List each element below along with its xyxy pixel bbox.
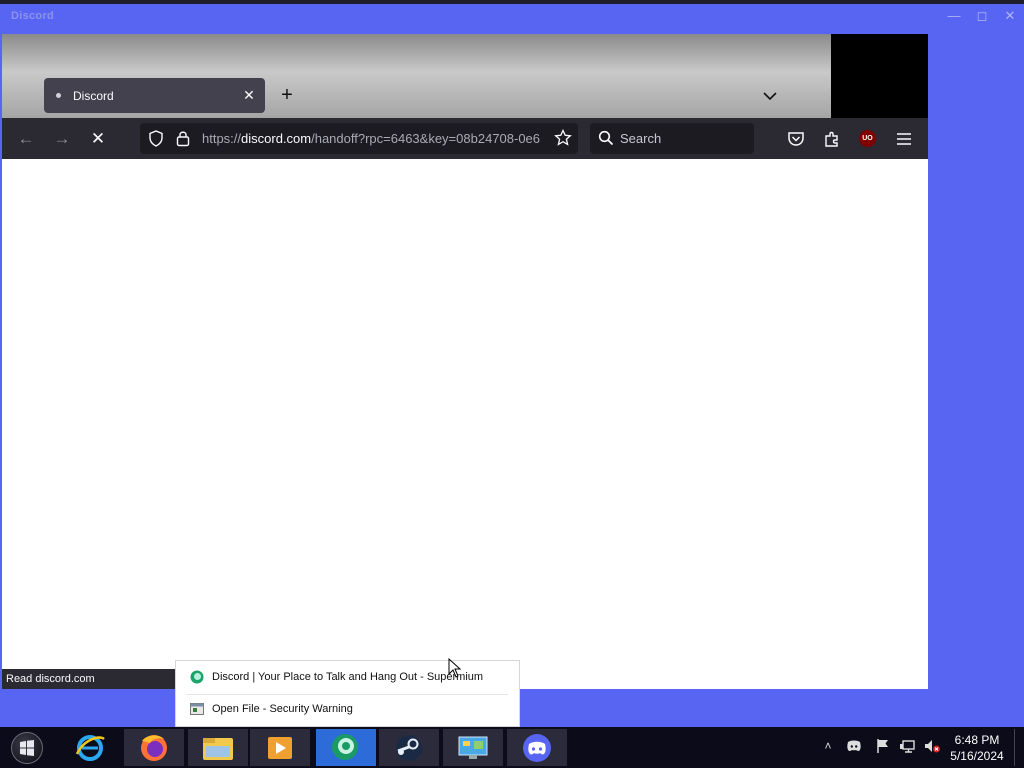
media-player-taskbar-icon[interactable] <box>250 729 310 766</box>
ublock-origin-icon[interactable]: UO <box>859 130 876 147</box>
control-panel-taskbar-icon[interactable] <box>443 729 503 766</box>
browser-window: Discord ✕ + ← → ✕ https://discord.com/ha… <box>2 34 928 689</box>
new-tab-button[interactable]: + <box>277 84 297 106</box>
clock-time[interactable]: 6:48 PM <box>940 733 1014 747</box>
jumplist-divider <box>186 694 508 695</box>
show-desktop-button[interactable] <box>1014 729 1024 766</box>
page-content <box>2 159 928 669</box>
minimize-button[interactable]: — <box>944 6 964 26</box>
bookmark-star-icon[interactable] <box>554 128 572 152</box>
shield-icon[interactable] <box>148 130 164 152</box>
mouse-cursor <box>448 657 462 678</box>
tab-favicon-icon <box>56 93 61 98</box>
supermium-taskbar-icon[interactable] <box>316 729 376 766</box>
jumplist-item-label: Open File - Security Warning <box>212 703 353 715</box>
taskbar-thumbnail-list: Discord | Your Place to Talk and Hang Ou… <box>175 660 520 727</box>
lock-icon[interactable] <box>176 130 190 152</box>
action-center-flag-icon[interactable] <box>874 737 892 755</box>
tab-close-icon[interactable]: ✕ <box>241 86 257 104</box>
discord-taskbar-icon[interactable] <box>507 729 567 766</box>
discord-tray-icon[interactable] <box>845 737 863 755</box>
status-bar-text: Read discord.com <box>2 669 177 689</box>
tab-title: Discord <box>73 89 114 103</box>
steam-taskbar-icon[interactable] <box>379 729 439 766</box>
url-path: /handoff?rpc=6463&key=08b24708-0e6 <box>311 131 541 146</box>
list-item[interactable]: Open File - Security Warning <box>188 698 353 720</box>
volume-muted-icon[interactable] <box>923 737 941 755</box>
clock-date[interactable]: 5/16/2024 <box>940 749 1014 763</box>
network-icon[interactable] <box>899 737 917 755</box>
security-warning-icon <box>190 702 204 716</box>
tab-discord[interactable]: Discord ✕ <box>44 78 265 113</box>
file-explorer-taskbar-icon[interactable] <box>188 729 248 766</box>
windows-logo-icon <box>20 740 34 756</box>
forward-button[interactable]: → <box>51 128 73 150</box>
extensions-puzzle-icon[interactable] <box>821 128 843 150</box>
firefox-taskbar-icon[interactable] <box>124 729 184 766</box>
start-button[interactable] <box>11 732 43 764</box>
jumplist-item-label: Discord | Your Place to Talk and Hang Ou… <box>212 671 484 683</box>
url-text[interactable]: https://discord.com/handoff?rpc=6463&key… <box>202 131 548 146</box>
pocket-icon[interactable] <box>785 128 807 150</box>
search-icon <box>598 130 614 151</box>
supermium-icon <box>190 670 204 684</box>
search-input[interactable]: Search <box>590 123 754 154</box>
url-host: discord.com <box>241 131 312 146</box>
outer-window-titlebar[interactable]: Discord — ◻ ✕ <box>0 0 1024 32</box>
tabstrip-dark-area <box>831 34 928 118</box>
window-title: Discord <box>11 10 55 22</box>
back-button[interactable]: ← <box>15 128 37 150</box>
navigation-toolbar: ← → ✕ https://discord.com/handoff?rpc=64… <box>2 118 928 159</box>
stop-loading-button[interactable]: ✕ <box>87 128 109 150</box>
titlebar-top-strip <box>0 0 1024 4</box>
taskbar: ˄ <box>0 727 1024 768</box>
internet-explorer-taskbar-icon[interactable] <box>60 729 120 766</box>
close-button[interactable]: ✕ <box>1000 6 1020 26</box>
chevron-up-icon[interactable]: ˄ <box>819 737 837 755</box>
tab-strip: Discord ✕ + <box>2 34 928 118</box>
list-item[interactable]: Discord | Your Place to Talk and Hang Ou… <box>188 666 483 688</box>
chevron-down-icon[interactable] <box>760 86 780 106</box>
address-bar[interactable]: https://discord.com/handoff?rpc=6463&key… <box>140 123 578 154</box>
search-placeholder: Search <box>620 131 662 146</box>
maximize-button[interactable]: ◻ <box>972 6 992 26</box>
url-scheme: https:// <box>202 131 242 146</box>
hamburger-menu-icon[interactable] <box>893 128 915 150</box>
